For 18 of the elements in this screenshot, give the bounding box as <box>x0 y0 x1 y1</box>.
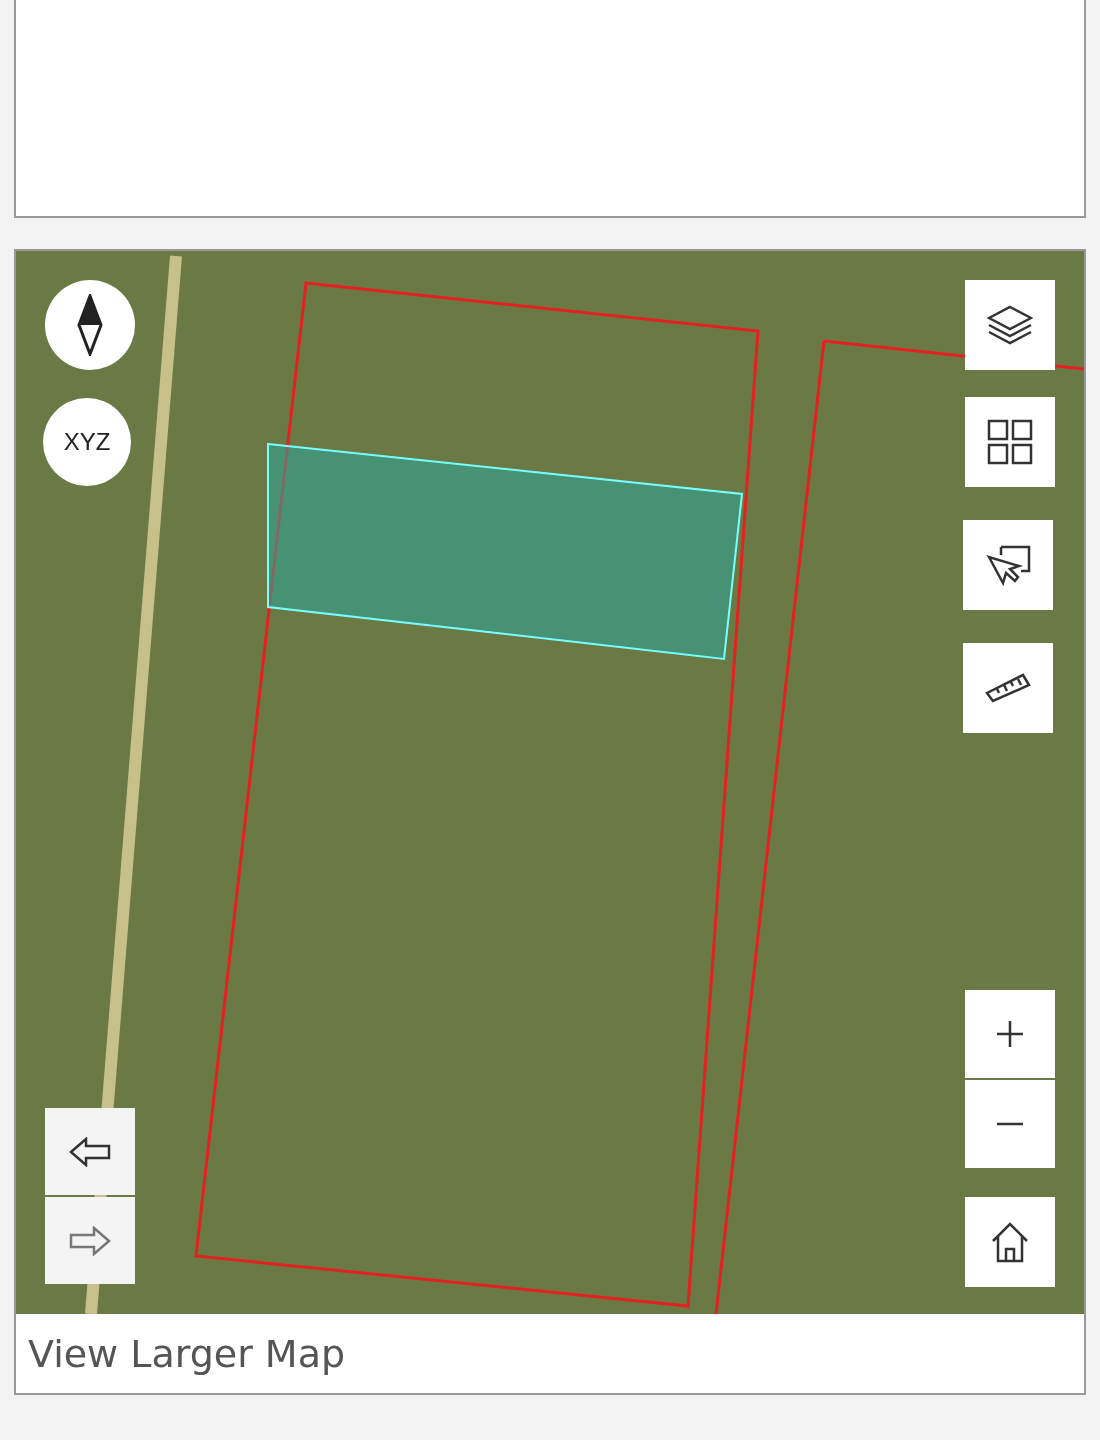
grid-icon <box>987 419 1033 465</box>
plus-icon <box>996 1020 1024 1048</box>
forward-button[interactable] <box>45 1197 135 1284</box>
home-icon <box>990 1221 1030 1263</box>
right-arrow-icon <box>69 1225 111 1256</box>
ruler-icon <box>985 673 1031 703</box>
view-larger-map-link[interactable]: View Larger Map <box>28 1331 346 1376</box>
layers-button[interactable] <box>965 280 1055 370</box>
pointer-icon <box>985 543 1031 587</box>
left-arrow-icon <box>69 1136 111 1167</box>
home-button[interactable] <box>965 1197 1055 1287</box>
minus-icon <box>996 1122 1024 1126</box>
measure-button[interactable] <box>963 643 1053 733</box>
back-button[interactable] <box>45 1108 135 1195</box>
layers-icon <box>987 305 1033 345</box>
compass-icon <box>77 294 103 356</box>
basemap-gallery-button[interactable] <box>965 397 1055 487</box>
select-button[interactable] <box>963 520 1053 610</box>
